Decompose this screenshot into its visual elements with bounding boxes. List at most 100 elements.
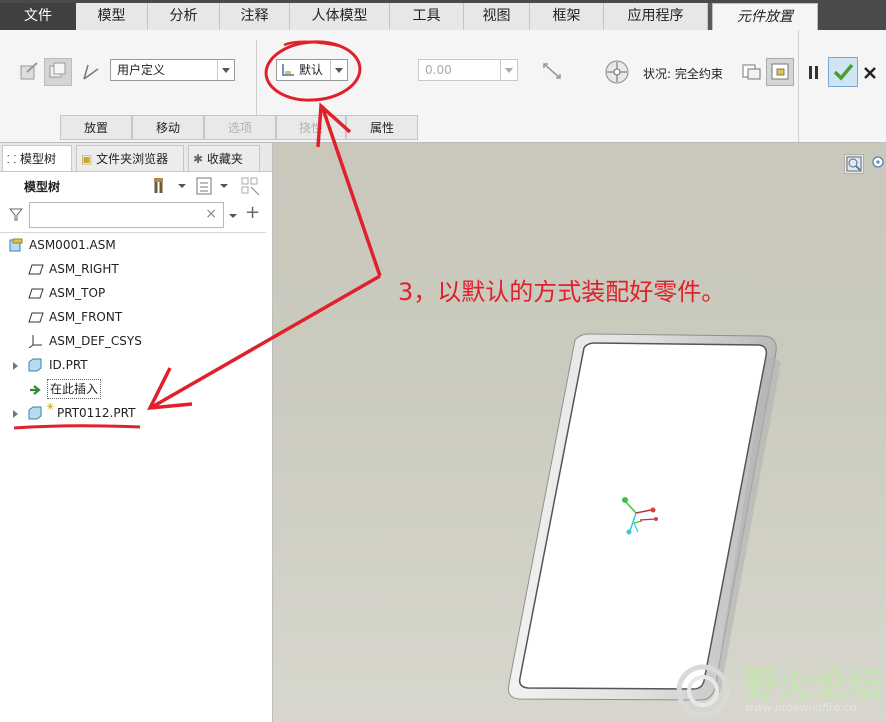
tree-item-label: ASM0001.ASM xyxy=(29,238,116,252)
refit-button[interactable] xyxy=(844,154,864,174)
zoom-fit-icon xyxy=(846,156,862,172)
coordinate-system-icon xyxy=(28,335,42,348)
tree-item-label: PRT0112.PRT xyxy=(57,406,136,420)
tab-applications[interactable]: 应用程序 xyxy=(604,3,708,30)
clear-icon[interactable]: × xyxy=(205,206,217,222)
checkmark-icon xyxy=(833,63,854,81)
panel-tab-label: 文件夹浏览器 xyxy=(96,152,169,166)
tree-item-csys[interactable]: ASM_DEF_CSYS xyxy=(0,330,266,352)
assembly-icon xyxy=(9,238,23,252)
subtab-placement[interactable]: 放置 xyxy=(60,115,132,140)
tab-tools[interactable]: 工具 xyxy=(390,3,464,30)
edit-mechanism-icon[interactable] xyxy=(18,60,40,82)
ribbon-tab-bar: 文件 模型 分析 注释 人体模型 工具 视图 框架 应用程序 元件放置 xyxy=(0,0,886,31)
pause-icon[interactable] xyxy=(806,64,822,82)
folder-icon: ▣ xyxy=(81,152,93,166)
tree-item-label: ID.PRT xyxy=(49,358,88,372)
part-icon xyxy=(28,358,42,372)
ok-button[interactable] xyxy=(828,57,858,87)
tree-item-datum-plane[interactable]: ASM_TOP xyxy=(0,282,266,304)
expand-arrow-icon[interactable] xyxy=(12,409,20,419)
tree-item-part[interactable]: ID.PRT xyxy=(0,354,266,376)
expand-arrow-icon[interactable] xyxy=(12,361,20,371)
panel-tab-favorites[interactable]: ✱ 收藏夹 xyxy=(188,145,260,171)
divider xyxy=(0,232,266,233)
tree-item-insert-here[interactable]: 在此插入 xyxy=(0,378,266,400)
tab-analysis[interactable]: 分析 xyxy=(148,3,220,30)
subtab-flexibility[interactable]: 挠性 xyxy=(276,115,346,140)
assembly-window-icon xyxy=(771,63,789,80)
datum-plane-icon xyxy=(28,264,44,275)
panel-tab-folder-browser[interactable]: ▣ 文件夹浏览器 xyxy=(76,145,184,171)
tree-item-label: ASM_RIGHT xyxy=(49,262,119,276)
csys-triad xyxy=(622,497,658,535)
constraint-angle-icon[interactable] xyxy=(80,61,102,83)
tab-model[interactable]: 模型 xyxy=(76,3,148,30)
forum-watermark: 野火论坛 www.proewildfire.cn xyxy=(673,655,885,721)
subtab-move[interactable]: 移动 xyxy=(132,115,204,140)
chevron-down-icon[interactable] xyxy=(177,181,187,191)
panel-tab-model-tree[interactable]: ⸬ 模型树 xyxy=(2,145,72,171)
zoom-in-icon[interactable] xyxy=(870,155,886,173)
offset-value-dropdown[interactable]: 0.00 xyxy=(418,59,518,81)
tree-structure-icon: ⸬ xyxy=(7,153,17,166)
chevron-down-icon[interactable] xyxy=(219,181,229,191)
ribbon-panel: 用户定义 默认 0.00 状况: 完全约束 放置 移动 选项 挠性 属性 xyxy=(0,30,886,143)
tree-search-input[interactable]: × xyxy=(29,202,224,228)
tree-item-label: ASM_TOP xyxy=(49,286,106,300)
panel-tabs: ⸬ 模型树 ▣ 文件夹浏览器 ✱ 收藏夹 xyxy=(0,143,272,172)
datum-plane-icon xyxy=(28,288,44,299)
close-icon[interactable] xyxy=(862,65,878,81)
tree-item-label: 在此插入 xyxy=(47,379,102,399)
tab-view[interactable]: 视图 xyxy=(464,3,530,30)
chevron-down-icon xyxy=(330,60,347,80)
separate-window-icon[interactable] xyxy=(741,61,763,83)
tree-item-datum-plane[interactable]: ASM_RIGHT xyxy=(0,258,266,280)
subtab-properties[interactable]: 属性 xyxy=(346,115,418,140)
new-item-marker-icon: ✳ xyxy=(46,402,55,413)
settings-list-icon[interactable] xyxy=(194,176,216,196)
add-icon[interactable]: + xyxy=(245,202,260,223)
chevron-down-icon[interactable] xyxy=(228,211,238,221)
flip-constraint-icon[interactable] xyxy=(540,58,566,84)
graphics-viewport[interactable]: 野火论坛 www.proewildfire.cn xyxy=(273,143,886,722)
part-icon xyxy=(28,406,42,420)
datum-plane-icon xyxy=(28,312,44,323)
tab-file[interactable]: 文件 xyxy=(0,3,76,30)
panel-tab-label: 收藏夹 xyxy=(206,152,243,166)
tree-item-datum-plane[interactable]: ASM_FRONT xyxy=(0,306,266,328)
constraint-type-value: 默认 xyxy=(299,63,324,77)
filter-icon[interactable] xyxy=(8,206,24,222)
offset-value: 0.00 xyxy=(425,63,452,77)
tree-title: 模型树 xyxy=(24,180,61,194)
default-constraint-icon xyxy=(282,64,294,76)
tree-item-label: ASM_FRONT xyxy=(49,310,123,324)
favorites-icon: ✱ xyxy=(193,152,204,166)
interface-toggle-button[interactable] xyxy=(44,58,72,86)
insert-arrow-icon xyxy=(30,385,41,395)
placement-status-text: 状况: 完全约束 xyxy=(643,67,723,81)
watermark-url: www.proewildfire.cn xyxy=(745,701,857,714)
constraint-type-dropdown[interactable]: 默认 xyxy=(276,59,348,81)
watermark-name: 野火论坛 xyxy=(743,665,883,705)
separator xyxy=(798,30,799,142)
show-hide-icon[interactable] xyxy=(240,176,262,196)
tab-framework[interactable]: 框架 xyxy=(530,3,604,30)
annotation-text: 3，以默认的方式装配好零件。 xyxy=(398,278,726,306)
tab-component-placement[interactable]: 元件放置 xyxy=(712,3,818,31)
tools-icon[interactable] xyxy=(152,176,174,196)
tree-item-label: ASM_DEF_CSYS xyxy=(49,334,142,348)
tab-manikin[interactable]: 人体模型 xyxy=(290,3,390,30)
assembly-window-toggle[interactable] xyxy=(766,58,794,86)
tab-annotate[interactable]: 注释 xyxy=(220,3,290,30)
model-tree-panel: ⸬ 模型树 ▣ 文件夹浏览器 ✱ 收藏夹 模型树 × + ASM0001.ASM… xyxy=(0,143,273,722)
constraint-set-dropdown[interactable]: 用户定义 xyxy=(110,59,235,81)
placement-status-icon xyxy=(605,60,629,84)
subtab-options[interactable]: 选项 xyxy=(204,115,276,140)
tree-item-assembly[interactable]: ASM0001.ASM xyxy=(0,234,266,256)
constraint-set-value: 用户定义 xyxy=(117,63,166,77)
tree-item-new-part[interactable]: ✳ PRT0112.PRT xyxy=(0,402,266,424)
fire-logo-icon xyxy=(676,664,730,718)
copy-icon xyxy=(49,62,66,78)
chevron-down-icon xyxy=(217,60,234,80)
